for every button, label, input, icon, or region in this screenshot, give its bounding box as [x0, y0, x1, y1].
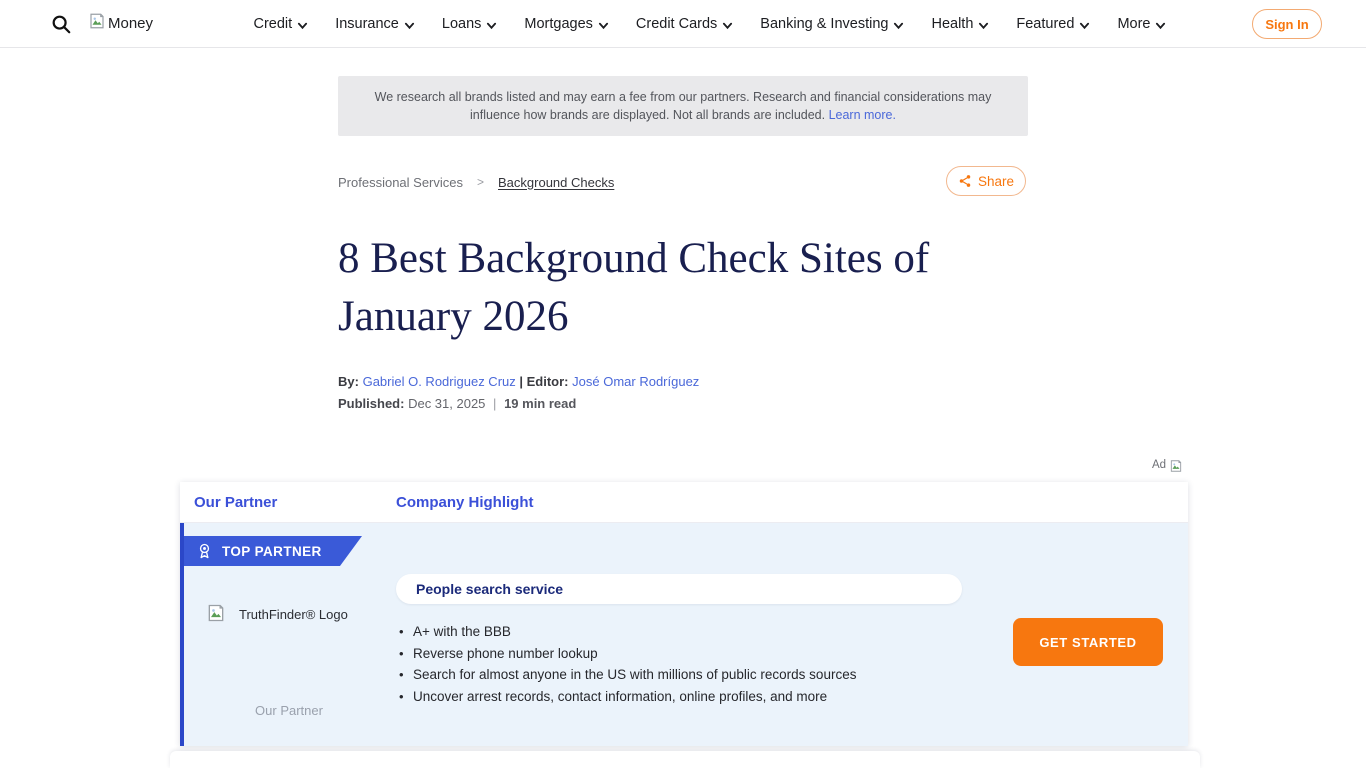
nav-item-insurance[interactable]: Insurance — [335, 16, 415, 32]
chevron-down-icon — [1079, 20, 1090, 31]
chevron-down-icon — [404, 20, 415, 31]
primary-nav: Credit Insurance Loans Mortgages Credit … — [240, 0, 1180, 48]
nav-item-featured[interactable]: Featured — [1016, 16, 1090, 32]
next-table-row-partial — [170, 751, 1200, 768]
get-started-button[interactable]: GET STARTED — [1013, 618, 1163, 666]
nav-label: More — [1117, 16, 1150, 32]
column-header-company-highlight: Company Highlight — [396, 494, 534, 511]
advertiser-disclaimer: We research all brands listed and may ea… — [338, 76, 1028, 136]
published-date: Dec 31, 2025 — [408, 396, 485, 411]
disclaimer-body: We research all brands listed and may ea… — [375, 90, 992, 122]
page: Money Credit Insurance Loans Mortgages C… — [0, 0, 1366, 768]
nav-item-health[interactable]: Health — [931, 16, 989, 32]
nav-label: Featured — [1016, 16, 1074, 32]
nav-label: Credit — [254, 16, 293, 32]
byline: By: Gabriel O. Rodriguez Cruz | Editor: … — [338, 374, 699, 389]
highlight-bullet-list: A+ with the BBB Reverse phone number loo… — [396, 621, 856, 707]
share-button[interactable]: Share — [946, 166, 1026, 196]
our-partner-caption: Our Partner — [184, 703, 394, 718]
top-partner-banner: TOP PARTNER — [184, 536, 362, 566]
partner-card-row: TOP PARTNER TruthFinder® Logo Our Partne… — [180, 523, 1188, 746]
page-title: 8 Best Background Check Sites of January… — [338, 230, 1038, 346]
top-partner-label: TOP PARTNER — [222, 544, 322, 559]
breadcrumb: Professional Services > Background Check… — [338, 168, 614, 196]
nav-label: Banking & Investing — [760, 16, 888, 32]
ad-label: Ad — [1152, 459, 1183, 476]
chevron-down-icon — [297, 20, 308, 31]
highlight-bullet: Uncover arrest records, contact informat… — [396, 686, 856, 708]
partner-card: Our Partner Company Highlight TOP PARTNE… — [180, 482, 1188, 746]
logo-alt-text: Money — [108, 15, 153, 32]
nav-item-mortgages[interactable]: Mortgages — [524, 16, 609, 32]
nav-label: Insurance — [335, 16, 399, 32]
read-time: 19 min read — [504, 396, 576, 411]
breadcrumb-current-link[interactable]: Background Checks — [498, 175, 614, 190]
chevron-down-icon — [893, 20, 904, 31]
learn-more-link[interactable]: Learn more. — [829, 108, 896, 122]
published-label: Published: — [338, 396, 404, 411]
share-label: Share — [978, 174, 1014, 189]
partner-logo-alt-text: TruthFinder® Logo — [239, 607, 348, 622]
author-link[interactable]: Gabriel O. Rodriguez Cruz — [363, 374, 516, 389]
breadcrumb-parent-link[interactable]: Professional Services — [338, 175, 463, 190]
ad-text: Ad — [1152, 459, 1166, 471]
nav-item-credit[interactable]: Credit — [254, 16, 309, 32]
nav-item-loans[interactable]: Loans — [442, 16, 498, 32]
highlight-bullet: A+ with the BBB — [396, 621, 856, 643]
highlight-bullet: Reverse phone number lookup — [396, 643, 856, 665]
nav-item-banking-investing[interactable]: Banking & Investing — [760, 16, 904, 32]
chevron-down-icon — [486, 20, 497, 31]
ad-broken-image-icon — [1169, 459, 1183, 476]
nav-label: Loans — [442, 16, 482, 32]
partner-card-header: Our Partner Company Highlight — [180, 482, 1188, 523]
money-logo[interactable]: Money — [88, 12, 153, 35]
editor-label: | Editor: — [519, 374, 568, 389]
chevron-down-icon — [978, 20, 989, 31]
published-line: Published: Dec 31, 2025 | 19 min read — [338, 396, 576, 411]
breadcrumb-separator: > — [477, 175, 484, 189]
share-icon — [958, 174, 972, 188]
search-icon[interactable] — [50, 13, 72, 35]
money-logo-broken-image-icon — [88, 12, 106, 35]
chevron-down-icon — [1155, 20, 1166, 31]
nav-item-credit-cards[interactable]: Credit Cards — [636, 16, 733, 32]
nav-label: Credit Cards — [636, 16, 717, 32]
column-header-our-partner: Our Partner — [194, 494, 277, 511]
company-highlight-pill: People search service — [396, 574, 962, 604]
top-navigation-bar: Money Credit Insurance Loans Mortgages C… — [0, 0, 1366, 48]
editor-link[interactable]: José Omar Rodríguez — [572, 374, 699, 389]
sign-in-button[interactable]: Sign In — [1252, 9, 1322, 39]
nav-label: Health — [931, 16, 973, 32]
partner-logo[interactable]: TruthFinder® Logo — [206, 603, 348, 626]
chevron-down-icon — [598, 20, 609, 31]
medal-icon — [197, 543, 212, 560]
pipe-separator: | — [493, 396, 496, 411]
nav-item-more[interactable]: More — [1117, 16, 1166, 32]
highlight-bullet: Search for almost anyone in the US with … — [396, 664, 856, 686]
by-label: By: — [338, 374, 359, 389]
chevron-down-icon — [722, 20, 733, 31]
nav-label: Mortgages — [524, 16, 593, 32]
truthfinder-logo-broken-image-icon — [206, 603, 226, 626]
disclaimer-text: We research all brands listed and may ea… — [360, 88, 1006, 124]
